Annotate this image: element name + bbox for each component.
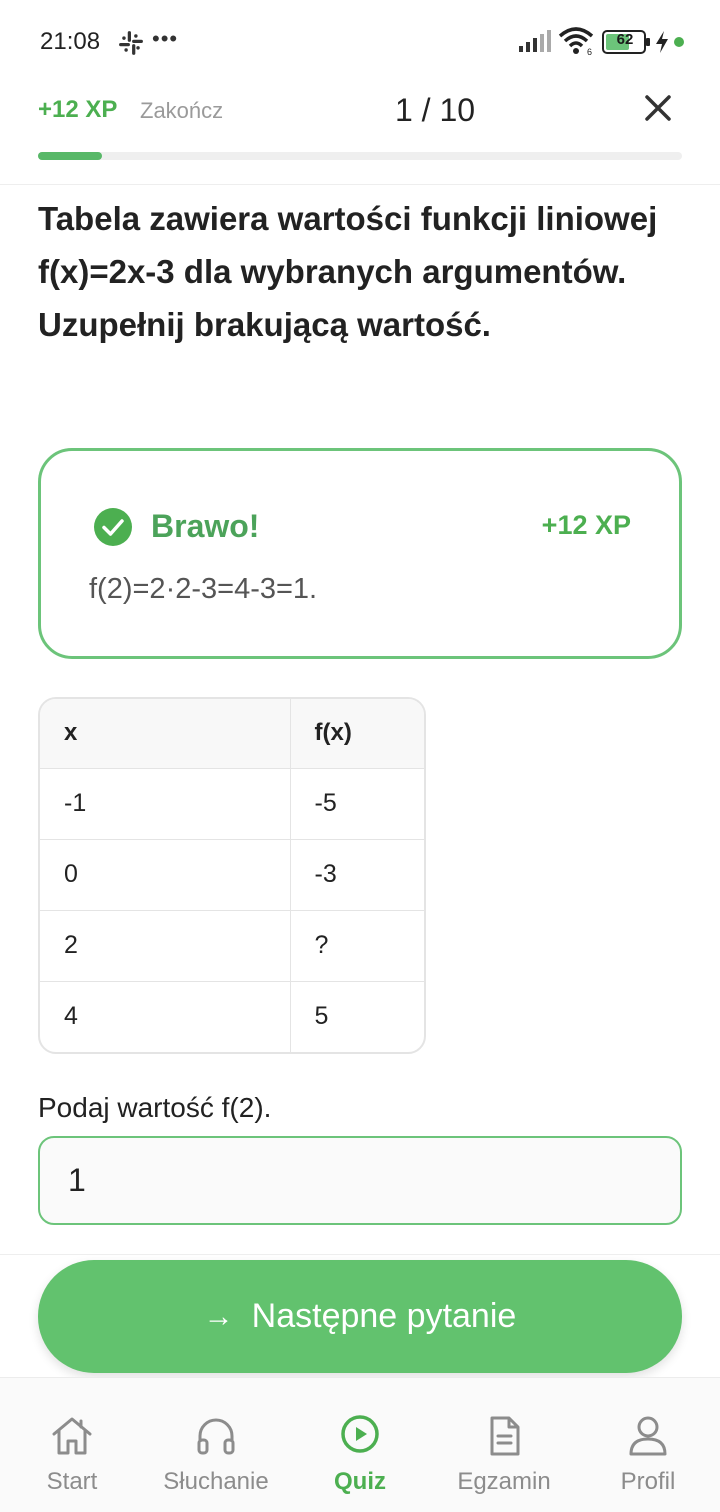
table-header-x: x [40,699,291,769]
feedback-explanation: f(2)=2·2-3=4-3=1. [89,573,318,605]
next-question-button[interactable]: → Następne pytanie [38,1260,682,1373]
nav-item-profil[interactable]: Profil [576,1378,720,1512]
nav-label: Quiz [334,1468,386,1495]
table-cell-fx: 5 [314,1002,329,1031]
next-question-label: Następne pytanie [251,1297,517,1335]
notification-dot-icon [674,37,684,47]
home-icon [52,1417,92,1455]
footer-divider [0,1254,720,1255]
answer-input[interactable] [38,1136,682,1225]
table-row: 2 ? [40,910,424,982]
user-icon [629,1416,667,1456]
feedback-title: Brawo! [151,508,260,544]
table-cell-fx: ? [290,910,424,982]
close-icon[interactable] [642,92,674,124]
answer-label: Podaj wartość f(2). [38,1092,272,1123]
nav-item-egzamin[interactable]: Egzamin [432,1378,576,1512]
table-cell-x: -1 [40,768,291,840]
progress-bar-fill [38,152,103,160]
check-circle-icon [94,508,132,546]
play-circle-icon [341,1415,379,1453]
values-table: x f(x) -1 -5 0 -3 2 ? 4 5 [38,697,426,1054]
more-notifications-icon: ••• [152,26,179,51]
nav-item-start[interactable]: Start [0,1378,144,1512]
status-time: 21:08 [40,28,101,55]
status-bar: 21:08 ••• 6 62 [0,0,720,84]
feedback-xp: +12 XP [541,510,631,540]
question-text: Tabela zawiera wartości funkcji liniowej… [38,200,658,343]
feedback-card: Brawo! +12 XP f(2)=2·2-3=4-3=1. [38,448,682,659]
progress-bar [38,152,682,160]
question-counter: 1 / 10 [394,92,476,128]
arrow-right-icon: → [203,1299,234,1333]
table-header-row: x f(x) [40,699,424,769]
slack-icon [119,31,143,55]
nav-label: Egzamin [457,1468,551,1495]
header-divider [0,184,720,185]
table-cell-fx: -5 [290,768,424,840]
nav-item-quiz[interactable]: Quiz [288,1378,432,1512]
table-row: 0 -3 [40,839,424,911]
quiz-screen: 21:08 ••• 6 62 +12 XP Zakończ 1 / 10 Tab… [0,0,720,1512]
wifi-icon: 6 [558,27,594,56]
table-row: 4 5 [40,981,424,1052]
bottom-navigation: Start Słuchanie Quiz Egzamin Profil [0,1377,720,1512]
svg-text:6: 6 [587,47,592,56]
nav-label: Słuchanie [163,1468,269,1495]
table-cell-x: 2 [40,910,291,982]
headphones-icon [197,1418,235,1455]
table-cell-fx: -3 [290,839,424,911]
table-row: -1 -5 [40,768,424,840]
battery-level: 62 [616,31,634,48]
charging-icon [656,31,668,53]
signal-icon [519,30,551,52]
table-cell-x: 0 [40,839,291,911]
table-header-fx: f(x) [290,699,424,769]
nav-label: Start [46,1468,98,1495]
document-icon [490,1416,520,1456]
nav-label: Profil [620,1468,676,1495]
nav-item-sluchanie[interactable]: Słuchanie [144,1378,288,1512]
table-cell-x: 4 [40,981,291,1052]
